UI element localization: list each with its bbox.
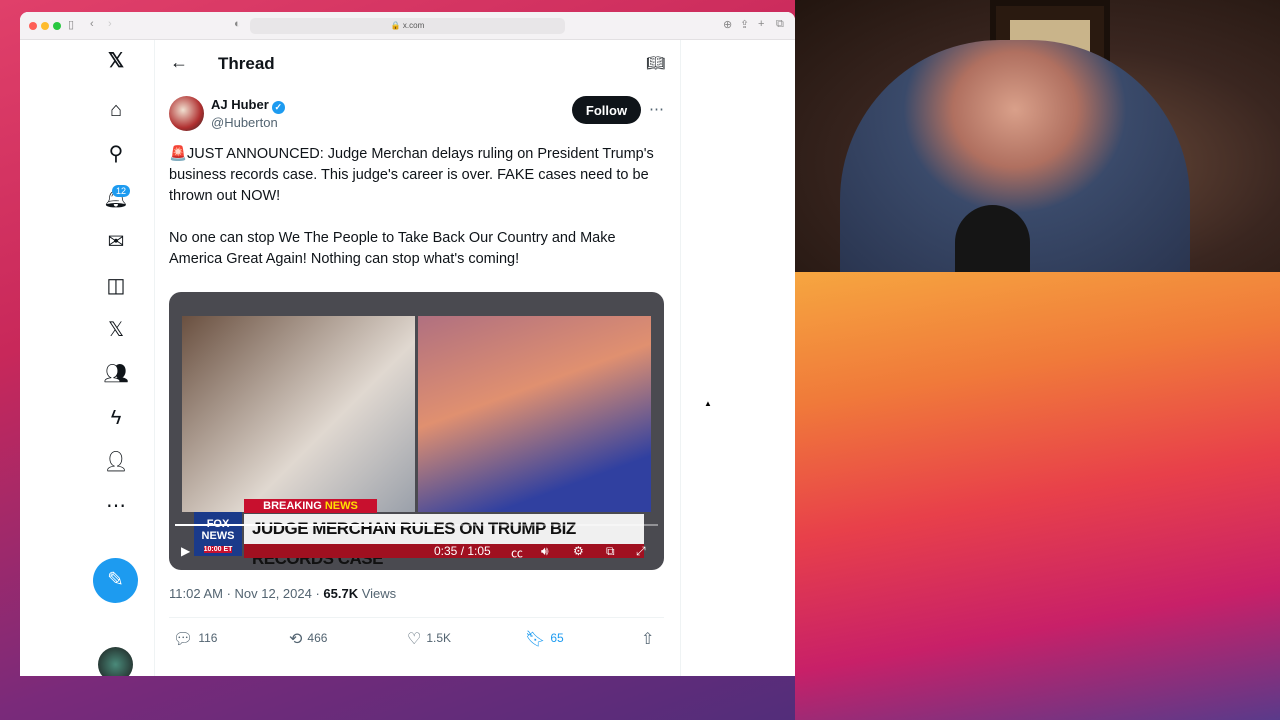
views-label: Views bbox=[358, 586, 397, 601]
like-button[interactable]: ♡ 1.5K bbox=[407, 629, 451, 649]
progress-fill bbox=[175, 524, 436, 526]
video-left-panel bbox=[182, 316, 415, 512]
view-count: 65.7K bbox=[323, 586, 359, 601]
new-tab-icon[interactable]: + bbox=[758, 18, 764, 30]
like-count: 1.5K bbox=[426, 631, 452, 645]
bookmark-icon: 🔖︎ bbox=[525, 631, 546, 648]
bookmark-count: 65 bbox=[550, 631, 564, 645]
privacy-shield-icon[interactable]: ◐ bbox=[234, 18, 241, 30]
microphone bbox=[955, 205, 1030, 272]
downloads-icon[interactable]: ⊕ bbox=[723, 18, 732, 31]
verified-badge-icon: ✓ bbox=[271, 101, 285, 114]
video-controls: ▶ 0:35 / 1:05 ㏄ 🔊︎ ⚙ ⧉ ⤢ bbox=[169, 542, 664, 562]
video-right-panel bbox=[418, 316, 651, 512]
x-logo-icon[interactable]: 𝕏 bbox=[103, 48, 129, 74]
feather-icon: ✎ bbox=[107, 569, 124, 591]
timestamp[interactable]: 11:02 AM · Nov 12, 2024 · bbox=[169, 586, 323, 601]
pip-icon[interactable]: ⧉ bbox=[606, 544, 615, 559]
mouse-cursor: ▲ bbox=[704, 399, 712, 408]
back-icon[interactable]: ‹ bbox=[90, 18, 94, 30]
more-icon[interactable]: ⋯ bbox=[103, 493, 129, 519]
share-icon: ⇧ bbox=[641, 631, 655, 648]
action-bar: 💬︎ 116 ⟲ 466 ♡ 1.5K 🔖︎ 65 ⇧ bbox=[169, 629, 664, 649]
settings-icon[interactable]: ⚙ bbox=[573, 544, 584, 558]
account-avatar[interactable] bbox=[98, 647, 133, 676]
premium-x-icon[interactable]: 𝕏 bbox=[103, 317, 129, 343]
home-icon[interactable]: ⌂ bbox=[103, 97, 129, 123]
progress-track[interactable] bbox=[175, 524, 658, 526]
thread-column: ← Thread 📖︎ AJ Huber ✓ @Huberton Follow ⋯… bbox=[155, 40, 681, 676]
reader-mode-icon[interactable]: 📖︎ bbox=[646, 54, 665, 72]
reply-count: 116 bbox=[198, 631, 218, 645]
notifications-badge: 12 bbox=[112, 185, 131, 197]
minimize-button[interactable] bbox=[41, 22, 49, 30]
browser-toolbar: ▯ ‹ › ◐ 🔒 x.com ⊕ ⇪ + ⧉ bbox=[20, 12, 795, 40]
breaking-news-banner: BREAKING NEWS bbox=[244, 499, 377, 513]
reply-icon: 💬︎ bbox=[173, 631, 194, 648]
sidebar: 𝕏 ⌂ ⚲ 🔔︎ 12 ✉ ◫ 𝕏 👥︎ ϟ 👤︎ ⋯ ✎ bbox=[20, 40, 155, 676]
video-time: 0:35 / 1:05 bbox=[434, 544, 491, 558]
communities-icon[interactable]: 👥︎ bbox=[103, 361, 129, 387]
news-text: NEWS bbox=[324, 500, 358, 512]
post-button[interactable]: ✎ bbox=[93, 558, 138, 603]
messages-icon[interactable]: ✉ bbox=[103, 229, 129, 255]
follow-button[interactable]: Follow bbox=[572, 96, 641, 124]
desktop-wallpaper bbox=[795, 272, 1280, 720]
page-title: Thread bbox=[218, 54, 275, 73]
author-name[interactable]: AJ Huber ✓ bbox=[211, 97, 285, 114]
captions-icon[interactable]: ㏄ bbox=[511, 544, 523, 561]
verified-orgs-icon[interactable]: ϟ bbox=[103, 405, 129, 431]
zoom-button[interactable] bbox=[53, 22, 61, 30]
forward-icon[interactable]: › bbox=[108, 18, 112, 30]
address-bar[interactable]: 🔒 x.com bbox=[250, 18, 565, 34]
chyron: JUDGE MERCHAN RULES ON TRUMP BIZ RECORDS… bbox=[244, 514, 644, 568]
repost-button[interactable]: ⟲ 466 bbox=[289, 629, 327, 649]
profile-icon[interactable]: 👤︎ bbox=[103, 449, 129, 475]
share-icon[interactable]: ⇪ bbox=[740, 18, 749, 31]
share-button[interactable]: ⇧ bbox=[641, 629, 659, 649]
breaking-text: BREAKING bbox=[263, 500, 322, 512]
back-arrow-icon[interactable]: ← bbox=[170, 52, 188, 73]
more-options-icon[interactable]: ⋯ bbox=[649, 100, 664, 118]
repost-count: 466 bbox=[307, 631, 328, 645]
sidebar-icon[interactable]: ▯ bbox=[68, 18, 74, 31]
bookmark-button[interactable]: 🔖︎ 65 bbox=[525, 629, 564, 649]
thread-header: ← Thread 📖︎ bbox=[155, 52, 680, 82]
close-button[interactable] bbox=[29, 22, 37, 30]
search-icon[interactable]: ⚲ bbox=[103, 141, 129, 167]
reply-button[interactable]: 💬︎ 116 bbox=[173, 629, 217, 649]
volume-icon[interactable]: 🔊︎ bbox=[541, 544, 549, 559]
repost-icon: ⟲ bbox=[289, 631, 303, 648]
browser-window: ▯ ‹ › ◐ 🔒 x.com ⊕ ⇪ + ⧉ 𝕏 ⌂ ⚲ 🔔︎ 12 ✉ ◫ … bbox=[20, 12, 795, 676]
author-handle[interactable]: @Huberton bbox=[211, 115, 278, 130]
author-avatar[interactable] bbox=[169, 96, 204, 131]
play-icon[interactable]: ▶ bbox=[181, 544, 190, 558]
url-text: x.com bbox=[402, 21, 425, 30]
tweet-meta: 11:02 AM · Nov 12, 2024 · 65.7K Views bbox=[169, 586, 396, 601]
video-player[interactable]: BREAKING NEWS JUDGE MERCHAN RULES ON TRU… bbox=[169, 292, 664, 570]
fullscreen-icon[interactable]: ⤢ bbox=[636, 544, 646, 559]
divider bbox=[169, 617, 664, 618]
grok-icon[interactable]: ◫ bbox=[103, 273, 129, 299]
author-name-text: AJ Huber bbox=[211, 97, 269, 112]
tweet-text: 🚨JUST ANNOUNCED: Judge Merchan delays ru… bbox=[169, 146, 654, 267]
heart-icon: ♡ bbox=[407, 631, 422, 648]
tabs-overview-icon[interactable]: ⧉ bbox=[776, 18, 784, 31]
